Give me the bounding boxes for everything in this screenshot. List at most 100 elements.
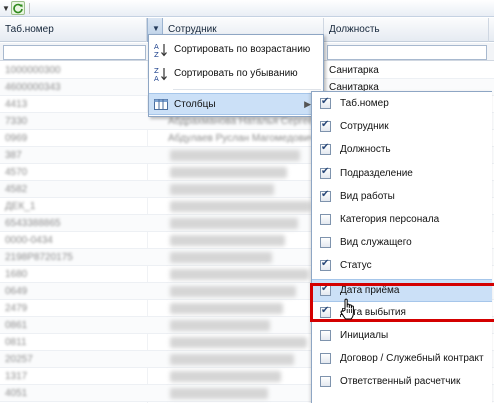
- cell-employee: [170, 184, 274, 195]
- cell-tab-number: 4413: [5, 99, 28, 110]
- cell-tab-number: 2198Р8720175: [5, 252, 73, 263]
- column-toggle-item[interactable]: Категория персонала: [312, 209, 492, 232]
- cell-tab-number: 0861: [5, 320, 28, 331]
- chevron-down-icon: ▼: [152, 24, 160, 33]
- cell-tab-number: 1317: [5, 371, 28, 382]
- column-header-position[interactable]: Должность: [324, 18, 489, 42]
- cell-tab-number: 387: [5, 150, 22, 161]
- toolbar: ▼: [0, 0, 494, 17]
- cell-tab-number: 0000-0434: [5, 235, 53, 246]
- checkbox[interactable]: [320, 119, 331, 132]
- checkbox[interactable]: [320, 142, 331, 155]
- cell-tab-number: 0811: [5, 337, 27, 348]
- cell-employee: [170, 354, 294, 365]
- checkbox[interactable]: [320, 237, 331, 248]
- triangle-down-icon[interactable]: ▼: [2, 4, 10, 13]
- svg-text:Z: Z: [154, 67, 159, 75]
- column-toggle-label: Таб.номер: [340, 98, 389, 109]
- checkbox[interactable]: [320, 189, 331, 202]
- checkbox[interactable]: [320, 214, 331, 225]
- checkbox[interactable]: [320, 166, 331, 179]
- columns-icon: [153, 97, 169, 113]
- menu-item-label: Сортировать по возрастанию: [174, 44, 311, 55]
- cell-employee: Абдулаев Руслан Магомедович: [168, 133, 315, 144]
- column-toggle-label: Вид служащего: [340, 237, 412, 248]
- column-toggle-item[interactable]: Сотрудник: [312, 116, 492, 139]
- sort-ascending-icon: A Z: [153, 42, 169, 59]
- toolbar-separator: [29, 3, 30, 14]
- svg-text:Z: Z: [154, 51, 159, 58]
- column-header-label: Должность: [329, 24, 380, 35]
- cell-employee: [170, 371, 281, 382]
- cell-employee: [170, 150, 300, 161]
- column-toggle-item[interactable]: Инициалы: [312, 325, 492, 348]
- cell-tab-number: 20257: [5, 354, 33, 365]
- column-context-menu: A Z Сортировать по возрастанию Z A Сорти…: [148, 34, 324, 117]
- cell-employee: [170, 303, 283, 314]
- filter-input-tab-number[interactable]: [3, 45, 146, 60]
- cell-employee: [170, 201, 311, 212]
- menu-separator: [173, 89, 321, 90]
- cell-employee: [170, 252, 272, 263]
- cell-tab-number: 4570: [5, 167, 28, 178]
- cell-employee: Абдрахманова Наталья Сергеевна: [168, 116, 318, 127]
- cell-tab-number: 6543388865: [5, 218, 61, 229]
- columns-menu-item[interactable]: Столбцы ▶: [149, 93, 323, 115]
- checkbox[interactable]: [320, 353, 331, 364]
- cell-position: Санитарка: [329, 65, 379, 76]
- column-toggle-label: Статус: [340, 260, 372, 271]
- checkbox[interactable]: [320, 330, 331, 341]
- checkbox[interactable]: [320, 376, 331, 387]
- column-toggle-label: Категория персонала: [340, 214, 440, 225]
- cell-tab-number: 4051: [5, 388, 28, 399]
- cell-tab-number: 1000000300: [5, 65, 61, 76]
- column-toggle-item[interactable]: Вид служащего: [312, 232, 492, 255]
- cell-employee: [170, 218, 298, 229]
- column-toggle-item[interactable]: Ответственный расчетчик: [312, 371, 492, 394]
- cell-tab-number: 2479: [5, 303, 28, 314]
- column-toggle-label: Должность: [340, 144, 391, 155]
- cell-employee: [170, 167, 287, 178]
- columns-submenu: Таб.номер Сотрудник Должность Подразделение…: [311, 91, 492, 403]
- column-toggle-item[interactable]: Таб.номер: [312, 93, 492, 116]
- cell-employee: [170, 388, 268, 399]
- cell-tab-number: 0649: [5, 286, 28, 297]
- cell-tab-number: 1680: [5, 269, 28, 280]
- menu-item-label: Столбцы: [174, 99, 216, 110]
- refresh-icon[interactable]: [11, 1, 25, 15]
- column-toggle-item[interactable]: Должность: [312, 139, 492, 162]
- column-toggle-label: Договор / Служебный контракт: [340, 353, 484, 364]
- checkbox[interactable]: [320, 96, 331, 109]
- column-toggle-label: Сотрудник: [340, 121, 389, 132]
- cell-employee: [170, 286, 296, 297]
- sort-descending-icon: Z A: [153, 66, 169, 83]
- cell-tab-number: 7330: [5, 116, 28, 127]
- cell-tab-number: ДЕК_1: [5, 201, 36, 212]
- column-toggle-label: Подразделение: [340, 168, 413, 179]
- column-toggle-item[interactable]: Статус: [312, 255, 492, 278]
- svg-text:A: A: [154, 75, 159, 82]
- column-toggle-item[interactable]: Вид работы: [312, 186, 492, 209]
- checkbox[interactable]: [320, 258, 331, 271]
- cell-employee: [170, 235, 285, 246]
- cell-tab-number: 4582: [5, 184, 28, 195]
- column-header-tab-number[interactable]: Таб.номер: [0, 18, 147, 42]
- column-toggle-label: Ответственный расчетчик: [340, 376, 461, 387]
- column-toggle-item[interactable]: Подразделение: [312, 163, 492, 186]
- submenu-arrow-icon: ▶: [304, 99, 311, 109]
- column-toggle-item[interactable]: Договор / Служебный контракт: [312, 348, 492, 371]
- sort-descending-item[interactable]: Z A Сортировать по убыванию: [149, 63, 323, 85]
- menu-item-label: Сортировать по убыванию: [174, 68, 298, 79]
- column-toggle-label: Инициалы: [340, 330, 389, 341]
- cell-tab-number: 4600000343: [5, 82, 61, 93]
- highlight-frame: [310, 283, 494, 322]
- column-toggle-label: Вид работы: [340, 191, 395, 202]
- cell-tab-number: 0969: [5, 133, 28, 144]
- column-header-label: Таб.номер: [5, 24, 54, 35]
- svg-text:A: A: [154, 43, 159, 51]
- hand-cursor-icon: [339, 297, 359, 321]
- cell-employee: [170, 269, 309, 280]
- filter-input-position[interactable]: [327, 45, 487, 60]
- cell-employee: [170, 320, 270, 331]
- sort-ascending-item[interactable]: A Z Сортировать по возрастанию: [149, 39, 323, 61]
